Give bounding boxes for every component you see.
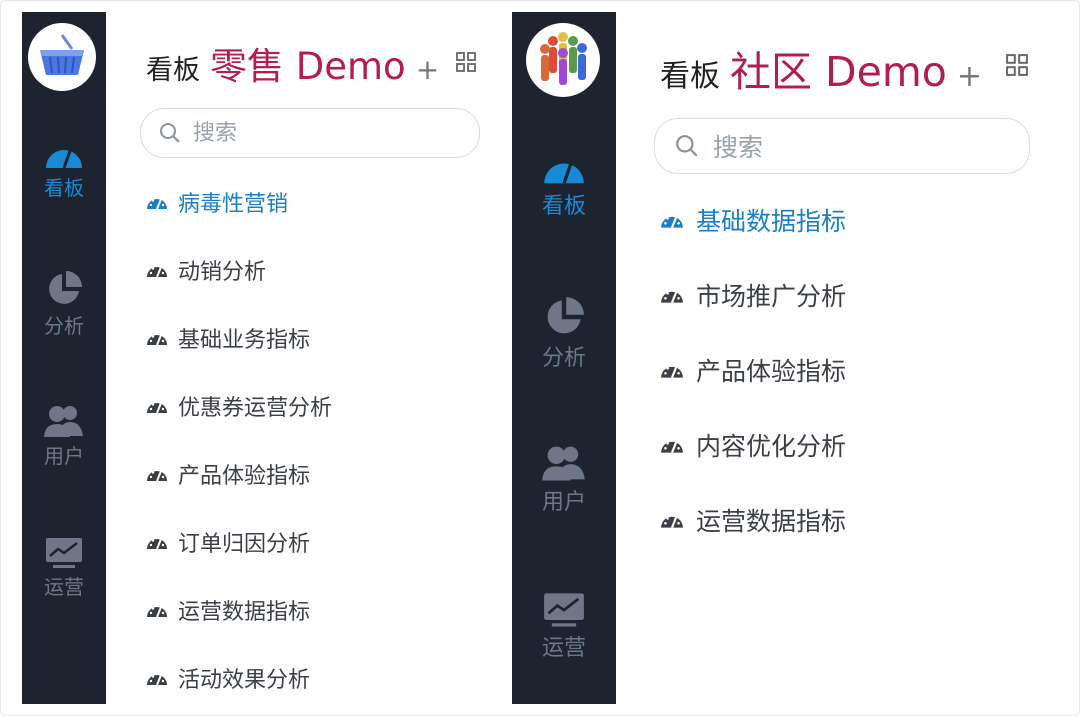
dashboard-item-label: 订单归因分析 (178, 532, 311, 557)
search-input[interactable] (713, 132, 1013, 162)
dashboard-item-label: 优惠券运营分析 (178, 396, 333, 421)
gauge-icon (661, 516, 683, 529)
gauge-icon (147, 266, 167, 278)
search-icon (160, 123, 180, 143)
nav-item-analysis[interactable]: 分析 (22, 270, 106, 339)
nav-item-analysis[interactable]: 分析 (512, 296, 616, 372)
gauge-icon (147, 198, 167, 210)
dashboard-item-label: 活动效果分析 (178, 668, 311, 693)
search-input[interactable] (193, 120, 463, 146)
gauge-icon (147, 538, 167, 550)
sidebar: 看板 分析 用户 运营 (22, 12, 106, 704)
gauge-icon (46, 147, 82, 169)
dashboard-item[interactable]: 基础业务指标 (146, 322, 310, 354)
avatar-shopping-basket[interactable] (28, 23, 96, 91)
grid-view-icon[interactable] (456, 52, 476, 72)
nav-label: 运营 (541, 636, 586, 661)
nav-item-users[interactable]: 用户 (512, 444, 616, 516)
community-demo-panel: 看板 分析 用户 运营 看板 社区 Demo + 搜索 基础数据指标 市场推广分… (512, 12, 1058, 704)
search-box[interactable] (140, 108, 480, 158)
people-group-icon (540, 32, 587, 85)
dashboard-item[interactable]: 运营数据指标 (660, 502, 846, 538)
pie-chart-icon (49, 271, 82, 304)
gauge-icon (661, 291, 683, 304)
dashboard-item[interactable]: 产品体验指标 (146, 458, 310, 490)
dashboard-item[interactable]: 优惠券运营分析 (146, 390, 332, 422)
dashboard-item-label: 基础数据指标 (696, 207, 847, 236)
dashboard-item-label: 内容优化分析 (696, 432, 847, 461)
nav-label: 分析 (44, 314, 84, 338)
add-dashboard-button[interactable]: + (957, 59, 982, 94)
dashboard-item[interactable]: 病毒性营销 (146, 186, 288, 218)
nav-item-operations[interactable]: 运营 (22, 537, 106, 600)
project-title[interactable]: 社区 Demo (730, 38, 947, 98)
sidebar: 看板 分析 用户 运营 (512, 12, 616, 704)
gauge-icon (147, 402, 167, 414)
page-header: 看板 社区 Demo + (660, 38, 982, 98)
dashboard-item-label: 运营数据指标 (178, 600, 311, 625)
nav-label: 分析 (541, 346, 586, 371)
nav-item-dashboard[interactable]: 看板 (22, 140, 106, 201)
search-icon (676, 135, 698, 157)
monitor-chart-icon (46, 538, 82, 568)
gauge-icon (661, 441, 683, 454)
monitor-chart-icon (544, 593, 584, 627)
dashboard-item-label: 运营数据指标 (696, 507, 847, 536)
shopping-basket-icon (40, 34, 84, 75)
search-box[interactable] (654, 118, 1030, 174)
nav-item-dashboard[interactable]: 看板 (512, 152, 616, 220)
grid-view-icon[interactable] (1006, 54, 1028, 76)
gauge-icon (147, 334, 167, 346)
dashboard-item[interactable]: 活动效果分析 (146, 662, 310, 694)
nav-label: 用户 (541, 490, 586, 515)
dashboard-item[interactable]: 动销分析 (146, 254, 266, 286)
users-icon (44, 406, 83, 437)
dashboard-item[interactable]: 产品体验指标 (660, 352, 846, 388)
page-header: 看板 零售 Demo + (146, 36, 439, 90)
retail-demo-panel: 看板 分析 用户 运营 看板 零售 Demo + 搜索 病毒性营销 动销分析 基… (22, 12, 505, 704)
gauge-icon (147, 674, 167, 686)
dashboard-item[interactable]: 订单归因分析 (146, 526, 310, 558)
pie-chart-icon (547, 297, 584, 334)
dashboard-item-label: 基础业务指标 (178, 328, 311, 353)
nav-label: 用户 (44, 444, 84, 468)
nav-item-users[interactable]: 用户 (22, 404, 106, 469)
dashboard-item[interactable]: 内容优化分析 (660, 427, 846, 463)
gauge-icon (661, 216, 683, 229)
gauge-icon (147, 470, 167, 482)
dashboard-item[interactable]: 市场推广分析 (660, 277, 846, 313)
gauge-icon (544, 160, 584, 184)
dashboard-item[interactable]: 运营数据指标 (146, 594, 310, 626)
avatar-people-group[interactable] (526, 23, 600, 97)
nav-label: 运营 (44, 575, 84, 599)
dashboard-list-pane: 看板 零售 Demo + 病毒性营销 动销分析 基础业 (106, 12, 505, 704)
header-label: 看板 (146, 55, 200, 86)
users-icon (542, 446, 585, 481)
gauge-icon (147, 606, 167, 618)
nav-label: 看板 (541, 194, 586, 219)
dashboard-item-label: 病毒性营销 (178, 192, 289, 217)
dashboard-item-label: 产品体验指标 (178, 464, 311, 489)
dashboard-list-pane: 看板 社区 Demo + 基础数据指标 市场推广分析 (616, 12, 1058, 704)
dashboard-item-label: 动销分析 (178, 260, 267, 285)
dashboard-item[interactable]: 基础数据指标 (660, 202, 846, 238)
dashboard-item-label: 市场推广分析 (696, 282, 847, 311)
nav-item-operations[interactable]: 运营 (512, 592, 616, 662)
nav-label: 看板 (44, 176, 84, 200)
gauge-icon (661, 366, 683, 379)
project-title[interactable]: 零售 Demo (210, 36, 406, 90)
add-dashboard-button[interactable]: + (416, 53, 439, 86)
header-label: 看板 (660, 59, 720, 94)
dashboard-item-label: 产品体验指标 (696, 357, 847, 386)
